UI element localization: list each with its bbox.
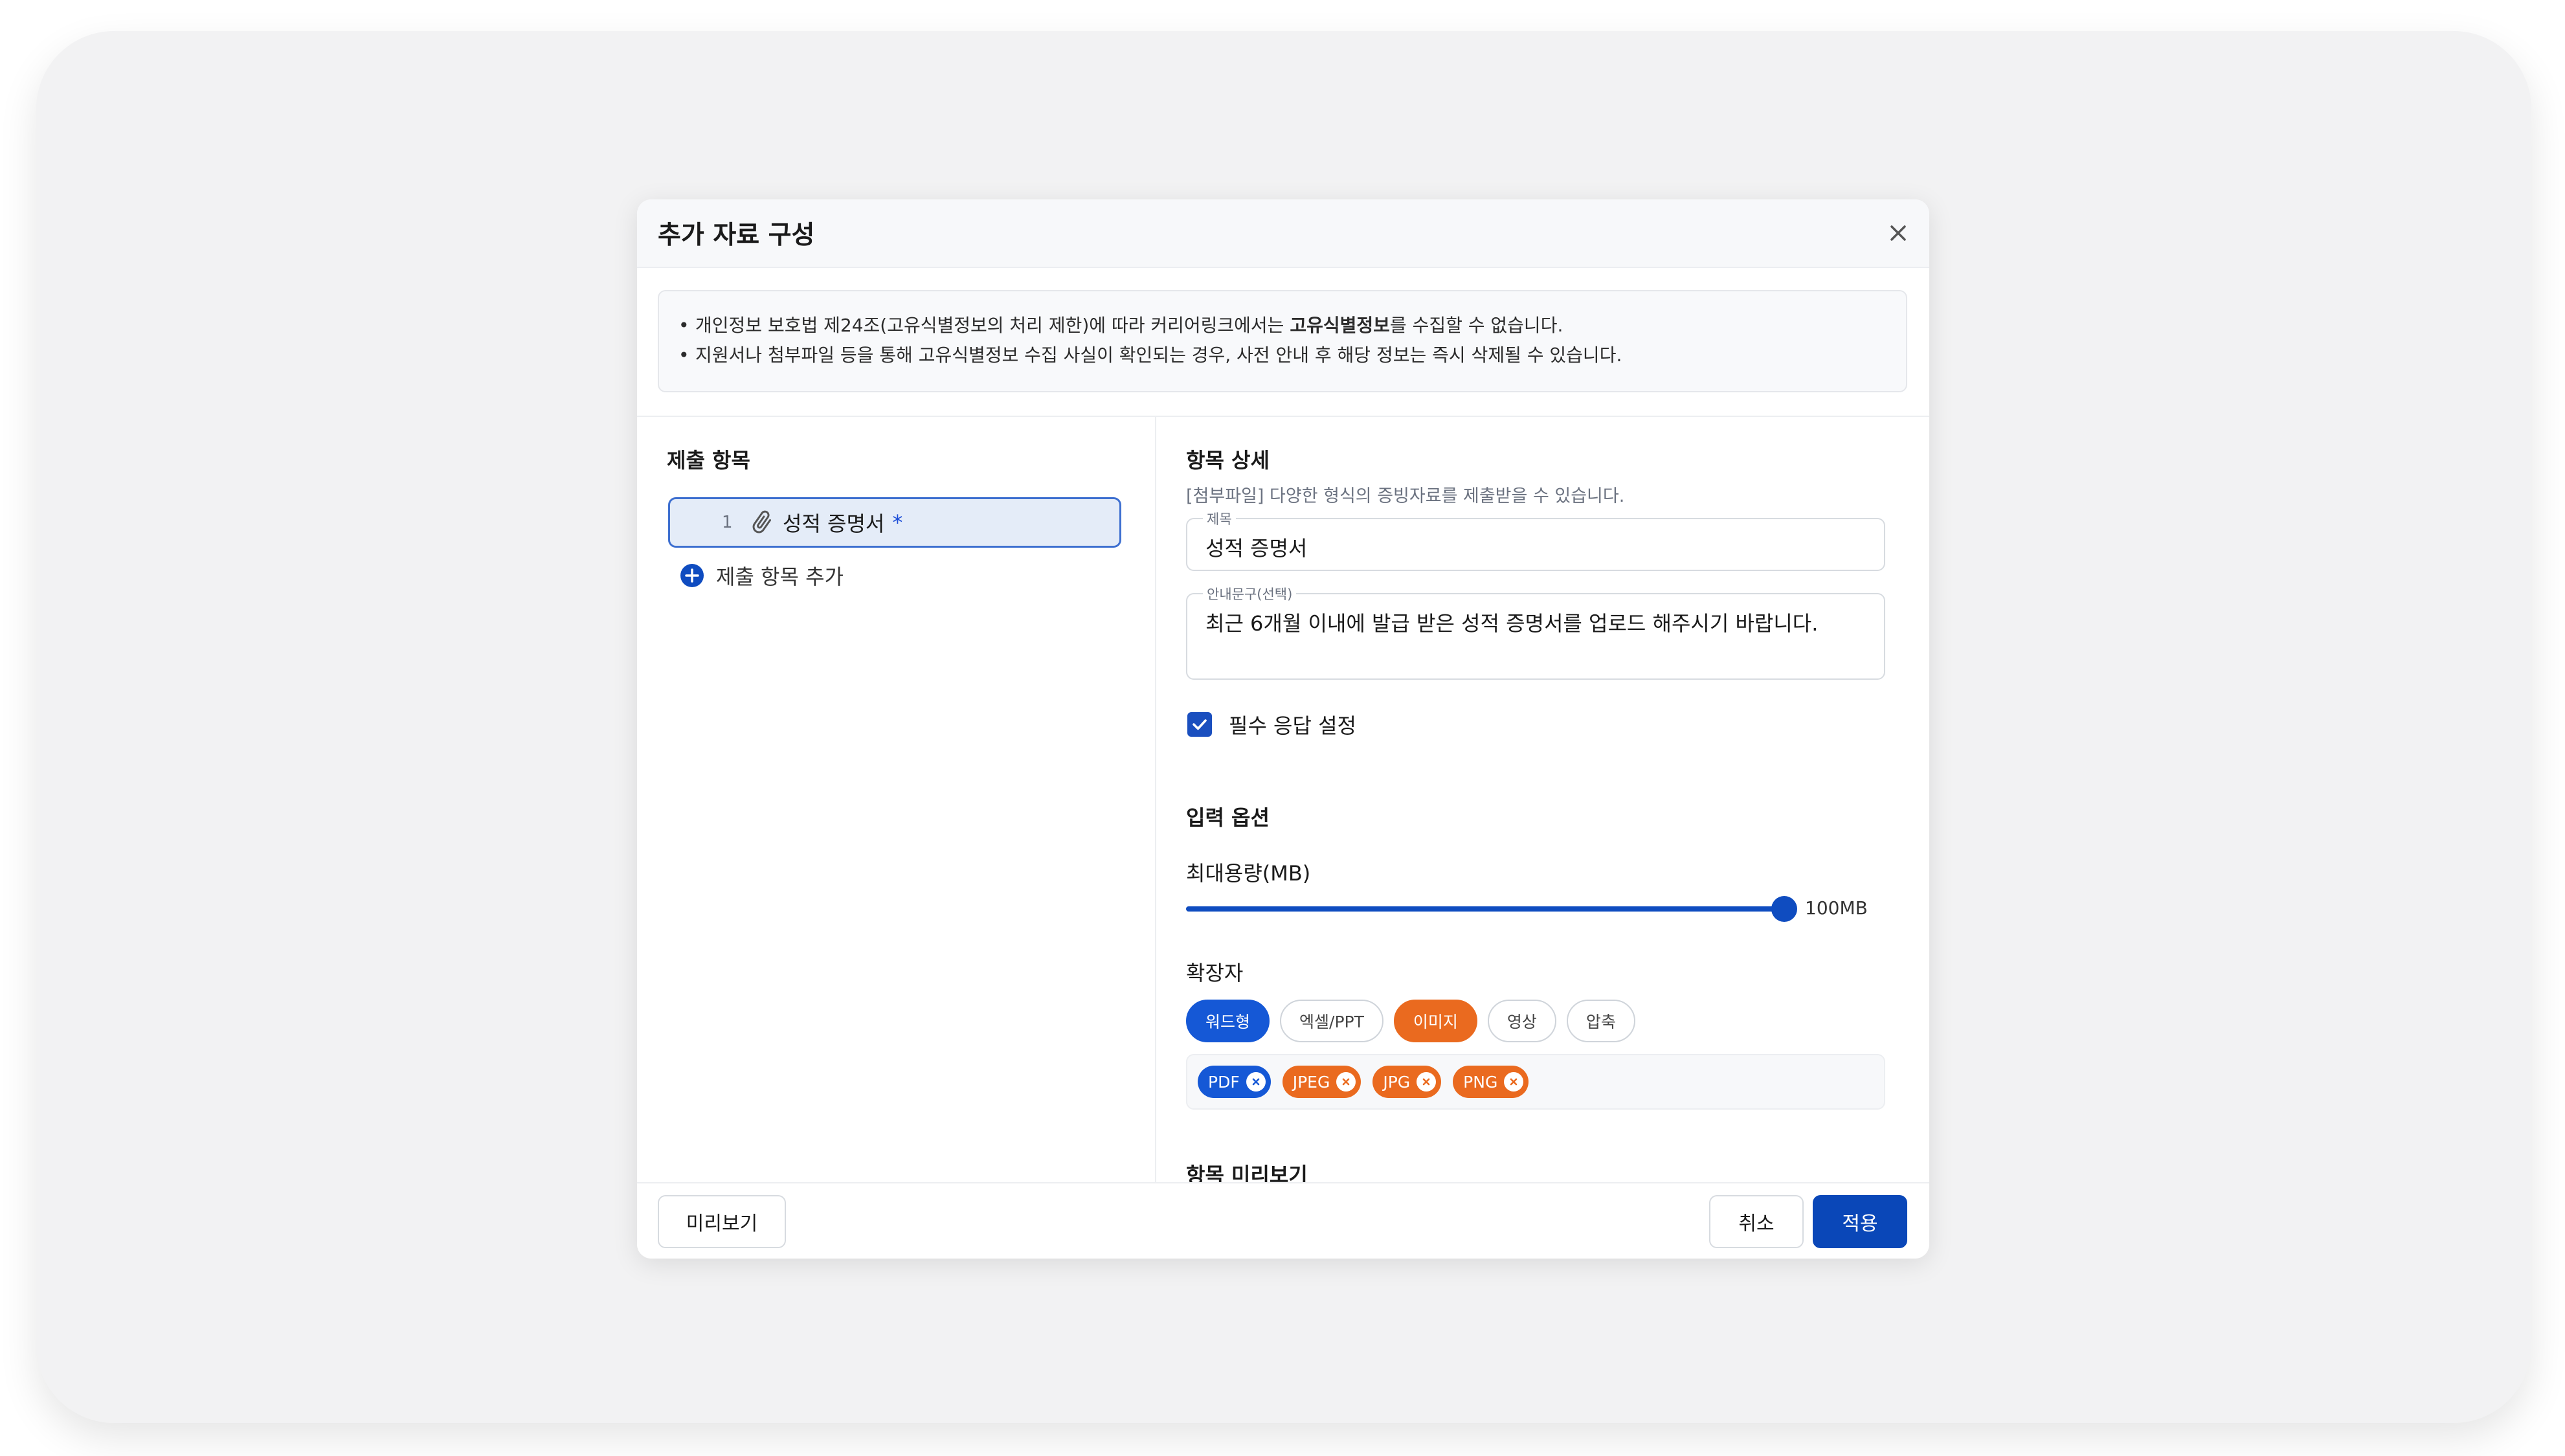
dialog-header: 추가 자료 구성 [637,199,1929,268]
guide-text-field[interactable]: 안내문구(선택) 최근 6개월 이내에 발급 받은 성적 증명서를 업로드 해주… [1186,584,1885,680]
slider-fill [1186,906,1784,912]
close-icon [1252,1078,1260,1086]
required-mark: * [892,510,903,535]
required-label: 필수 응답 설정 [1229,713,1356,738]
selected-extensions-box: PDF JPEG JPG PNG [1186,1054,1885,1110]
checkmark-icon [1193,719,1207,730]
plus-circle-icon [680,564,704,587]
dialog-title: 추가 자료 구성 [658,221,815,250]
required-response-toggle[interactable]: 필수 응답 설정 [1187,710,1356,739]
submission-item-1[interactable]: 1 성적 증명서 * [668,497,1121,548]
item-detail-title: 항목 상세 [1186,448,1270,473]
cancel-button[interactable]: 취소 [1709,1195,1804,1248]
max-size-value: 100MB [1805,897,1868,919]
additional-materials-dialog: 추가 자료 구성 • 개인정보 보호법 제24조(고유식별정보의 처리 제한)에… [637,199,1929,1259]
submission-items-title: 제출 항목 [667,448,750,473]
extension-chip[interactable]: 영상 [1487,1000,1556,1042]
remove-tag-button[interactable] [1504,1072,1524,1092]
submission-items-pane: 제출 항목 1 성적 증명서 * 제출 항목 추가 [637,417,1156,1187]
title-field[interactable]: 제목 성적 증명서 [1186,509,1885,571]
slider-thumb[interactable] [1771,896,1797,922]
notice-line-2: • 지원서나 첨부파일 등을 통해 고유식별정보 수집 사실이 확인되는 경우,… [678,344,1622,366]
apply-button[interactable]: 적용 [1813,1195,1907,1248]
item-number: 1 [722,513,733,532]
max-size-slider[interactable] [1186,896,1797,922]
close-icon [1343,1078,1350,1086]
notice-line-1: • 개인정보 보호법 제24조(고유식별정보의 처리 제한)에 따라 커리어링크… [678,315,1563,336]
item-detail-pane: 항목 상세 [첨부파일] 다양한 형식의 증빙자료를 제출받을 수 있습니다. … [1156,417,1929,1187]
close-icon [1890,225,1906,241]
remove-tag-button[interactable] [1336,1072,1356,1092]
title-field-label: 제목 [1203,509,1236,528]
title-field-value: 성적 증명서 [1205,536,1308,561]
remove-tag-button[interactable] [1246,1072,1266,1092]
add-submission-item-button[interactable]: 제출 항목 추가 [680,561,844,590]
close-icon [1422,1078,1430,1086]
extension-chip[interactable]: 엑셀/PPT [1280,1000,1383,1042]
item-name: 성적 증명서 [783,511,885,536]
extension-tag-label: JPG [1383,1072,1411,1092]
remove-tag-button[interactable] [1417,1072,1437,1092]
extension-tag: JPEG [1282,1066,1361,1098]
add-item-label: 제출 항목 추가 [716,565,844,589]
paperclip-icon [752,510,772,533]
max-size-label: 최대용량(MB) [1186,861,1311,886]
extension-tag-label: JPEG [1292,1072,1330,1092]
extension-tag: PDF [1198,1066,1271,1098]
close-icon [1510,1078,1518,1086]
extension-tag: PNG [1453,1066,1529,1098]
preview-button[interactable]: 미리보기 [658,1195,786,1248]
privacy-notice: • 개인정보 보호법 제24조(고유식별정보의 처리 제한)에 따라 커리어링크… [658,290,1907,392]
guide-field-value: 최근 6개월 이내에 발급 받은 성적 증명서를 업로드 해주시기 바랍니다. [1205,611,1819,636]
item-detail-hint: [첨부파일] 다양한 형식의 증빙자료를 제출받을 수 있습니다. [1186,486,1625,506]
extension-label: 확장자 [1186,961,1244,985]
extension-chip[interactable]: 이미지 [1393,1000,1477,1042]
extension-tag: JPG [1372,1066,1442,1098]
input-options-title: 입력 옵션 [1186,805,1270,830]
extension-chip[interactable]: 압축 [1566,1000,1635,1042]
extension-tag-label: PDF [1208,1072,1240,1092]
required-checkbox[interactable] [1187,712,1212,737]
guide-field-label: 안내문구(선택) [1203,584,1297,603]
close-button[interactable] [1884,219,1912,247]
extension-chips: 워드형 엑셀/PPT 이미지 영상 압축 [1186,1000,1646,1042]
extension-tag-label: PNG [1463,1072,1498,1092]
extension-chip[interactable]: 워드형 [1186,1000,1270,1042]
dialog-footer: 미리보기 취소 적용 [637,1182,1929,1259]
